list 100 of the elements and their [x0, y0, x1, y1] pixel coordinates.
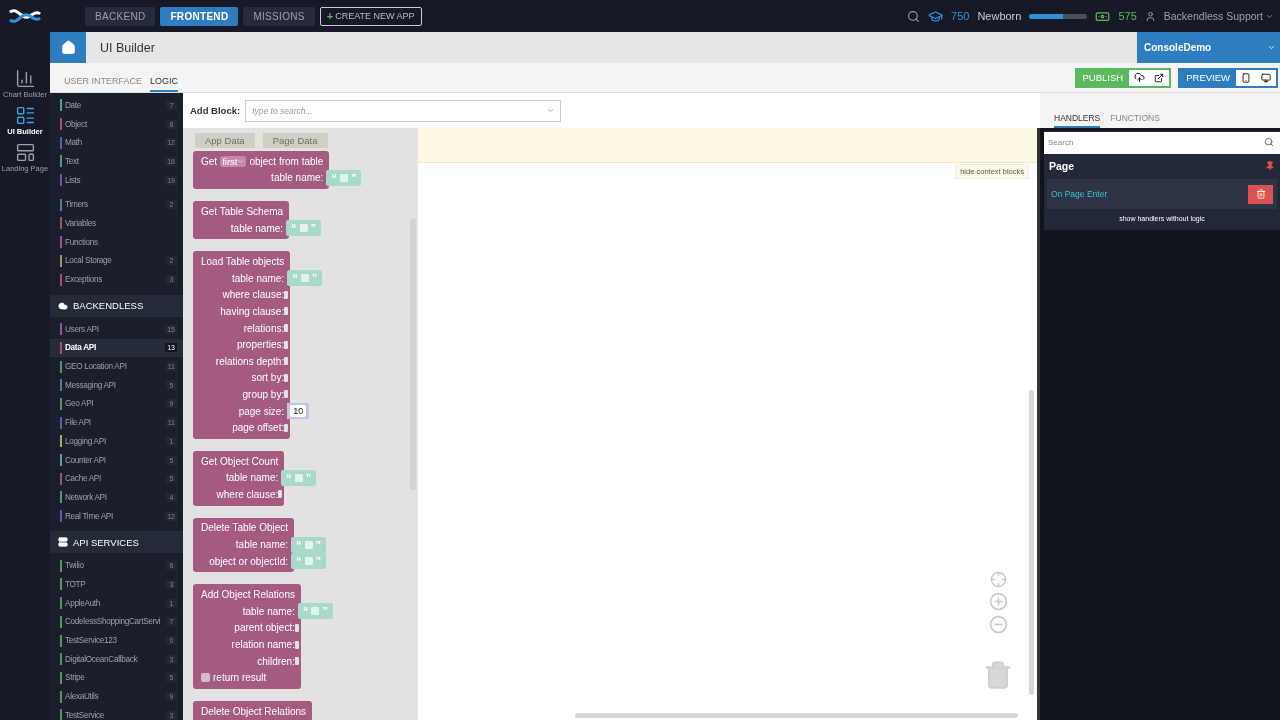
block-title: object from table	[249, 155, 324, 167]
smartphone-icon	[1241, 72, 1251, 83]
app-selector[interactable]: ConsoleDemo	[1137, 32, 1280, 63]
quote-mark: “	[331, 171, 337, 184]
add-block-label: Add Block:	[190, 105, 241, 116]
category-item[interactable]: Variables	[50, 214, 183, 233]
quote-mark: ”	[350, 171, 357, 184]
logic-block[interactable]: Add Object Relations table name: parent object: relation name: children: return result	[193, 584, 301, 690]
quote-mark: ”	[315, 555, 322, 568]
cloud-icon	[58, 300, 68, 311]
preview-button[interactable]: PREVIEW	[1180, 69, 1236, 86]
quote-mark: “	[296, 538, 302, 551]
context-block[interactable]: App Data	[195, 133, 255, 148]
scrollbar[interactable]	[575, 713, 1018, 718]
input-label: sort by:	[251, 372, 285, 384]
category-item[interactable]: Functions	[50, 232, 183, 252]
nav-tab[interactable]: MISSIONS	[243, 6, 315, 26]
create-app-button[interactable]: + CREATE NEW APP	[319, 6, 422, 26]
quote-mark: ”	[315, 538, 322, 551]
search-icon[interactable]	[907, 9, 920, 23]
user-menu[interactable]: Backendless Support	[1163, 10, 1274, 22]
context-block[interactable]: Page Data	[262, 133, 328, 148]
number-block[interactable]: 10	[287, 403, 310, 419]
logic-block[interactable]: Delete Table Object table name: object or objectId:	[193, 517, 295, 573]
input-label: table name:	[242, 605, 295, 617]
home-button[interactable]	[50, 32, 86, 63]
quote-mark: “	[291, 222, 297, 235]
logic-block[interactable]: Get first object from table table name:	[193, 151, 330, 190]
cloud-upload-icon	[1133, 72, 1145, 83]
nav-tab[interactable]: FRONTEND	[160, 6, 239, 26]
quote-mark: ”	[310, 222, 317, 235]
logo-icon	[8, 8, 42, 24]
layout-list-icon	[14, 105, 36, 126]
quote-mark: “	[296, 555, 302, 568]
input-label: where clause:	[222, 289, 285, 301]
quote-mark: “	[302, 605, 309, 618]
input-label: page size:	[238, 405, 285, 417]
handler-item[interactable]: On Page Enter	[1047, 189, 1108, 199]
caret-icon	[1267, 43, 1276, 52]
external-link-icon	[1154, 72, 1165, 83]
quote-mark: “	[292, 272, 298, 285]
user-icon	[1144, 10, 1156, 22]
graduation-cap-icon	[928, 8, 943, 24]
logic-block[interactable]: Delete Object Relations	[193, 701, 313, 720]
block-title: Get	[201, 155, 218, 167]
input-label: group by:	[242, 388, 285, 400]
input-label: table name:	[230, 222, 284, 234]
input-label: relations depth:	[215, 355, 285, 367]
input-label: table name:	[235, 539, 289, 551]
input-label: table name:	[271, 172, 324, 184]
search-field[interactable]: Search	[1044, 131, 1280, 154]
input-label: children:	[257, 655, 295, 667]
monitor-icon	[1261, 72, 1271, 83]
trash-icon	[1255, 189, 1266, 199]
coins-count: 575	[1118, 10, 1137, 22]
checkbox-label: return result	[213, 672, 267, 684]
logic-block[interactable]: Get Object Count table name: where clause:	[193, 450, 285, 506]
quote-mark: “	[286, 471, 292, 484]
input-label: parent object:	[234, 622, 295, 634]
block-title: Get Table Schema	[201, 206, 284, 217]
input-socket	[278, 490, 283, 499]
block-title: Get Object Count	[201, 455, 279, 467]
search-icon	[1264, 137, 1274, 147]
input-label: table name:	[231, 272, 285, 284]
page-title: UI Builder	[100, 40, 156, 55]
rank-progress	[1029, 13, 1088, 19]
editor-tab[interactable]: USER INTERFACE	[64, 76, 142, 92]
caret-icon	[546, 106, 556, 115]
input-label: where clause:	[216, 488, 279, 500]
input-label: having clause:	[220, 305, 285, 317]
quote-mark: ”	[311, 272, 318, 285]
delete-button[interactable]	[1248, 184, 1273, 204]
quote-mark: ”	[322, 605, 328, 618]
block-title: Load Table objects	[201, 256, 285, 268]
logic-block[interactable]: Load Table objects table name: where clause: having clause: relations: properties: relations depth: sort by: group by: page size: page offset:	[193, 251, 291, 439]
input-label: object or objectId:	[209, 555, 289, 567]
input-label: properties:	[236, 339, 285, 351]
input-label: page offset:	[232, 422, 285, 434]
nav-tab[interactable]: BACKEND	[85, 6, 156, 26]
scrollbar[interactable]	[1029, 390, 1034, 695]
home-icon	[60, 40, 76, 55]
quote-mark: ”	[305, 471, 312, 484]
block-title: Add Object Relations	[201, 589, 295, 601]
server-icon	[58, 537, 68, 548]
points-count: 750	[951, 10, 970, 22]
input-socket	[284, 423, 289, 432]
rank-label: Newborn	[977, 10, 1022, 22]
caret-icon	[237, 157, 245, 165]
pin-icon[interactable]	[1265, 161, 1275, 171]
layout-icon	[14, 142, 36, 163]
add-block-field[interactable]: type to search...	[245, 99, 562, 122]
panel-tab[interactable]: FUNCTIONS	[1110, 113, 1160, 128]
logic-block[interactable]: Get Table Schema table name:	[193, 201, 290, 240]
block-title: Delete Object Relations	[201, 705, 307, 717]
checkbox[interactable]	[201, 673, 210, 683]
bar-chart-icon	[14, 68, 36, 89]
input-label: relation name:	[231, 639, 295, 651]
input-label: table name:	[226, 472, 279, 484]
section-title: Page	[1049, 160, 1075, 172]
block-title: Delete Table Object	[201, 522, 289, 534]
